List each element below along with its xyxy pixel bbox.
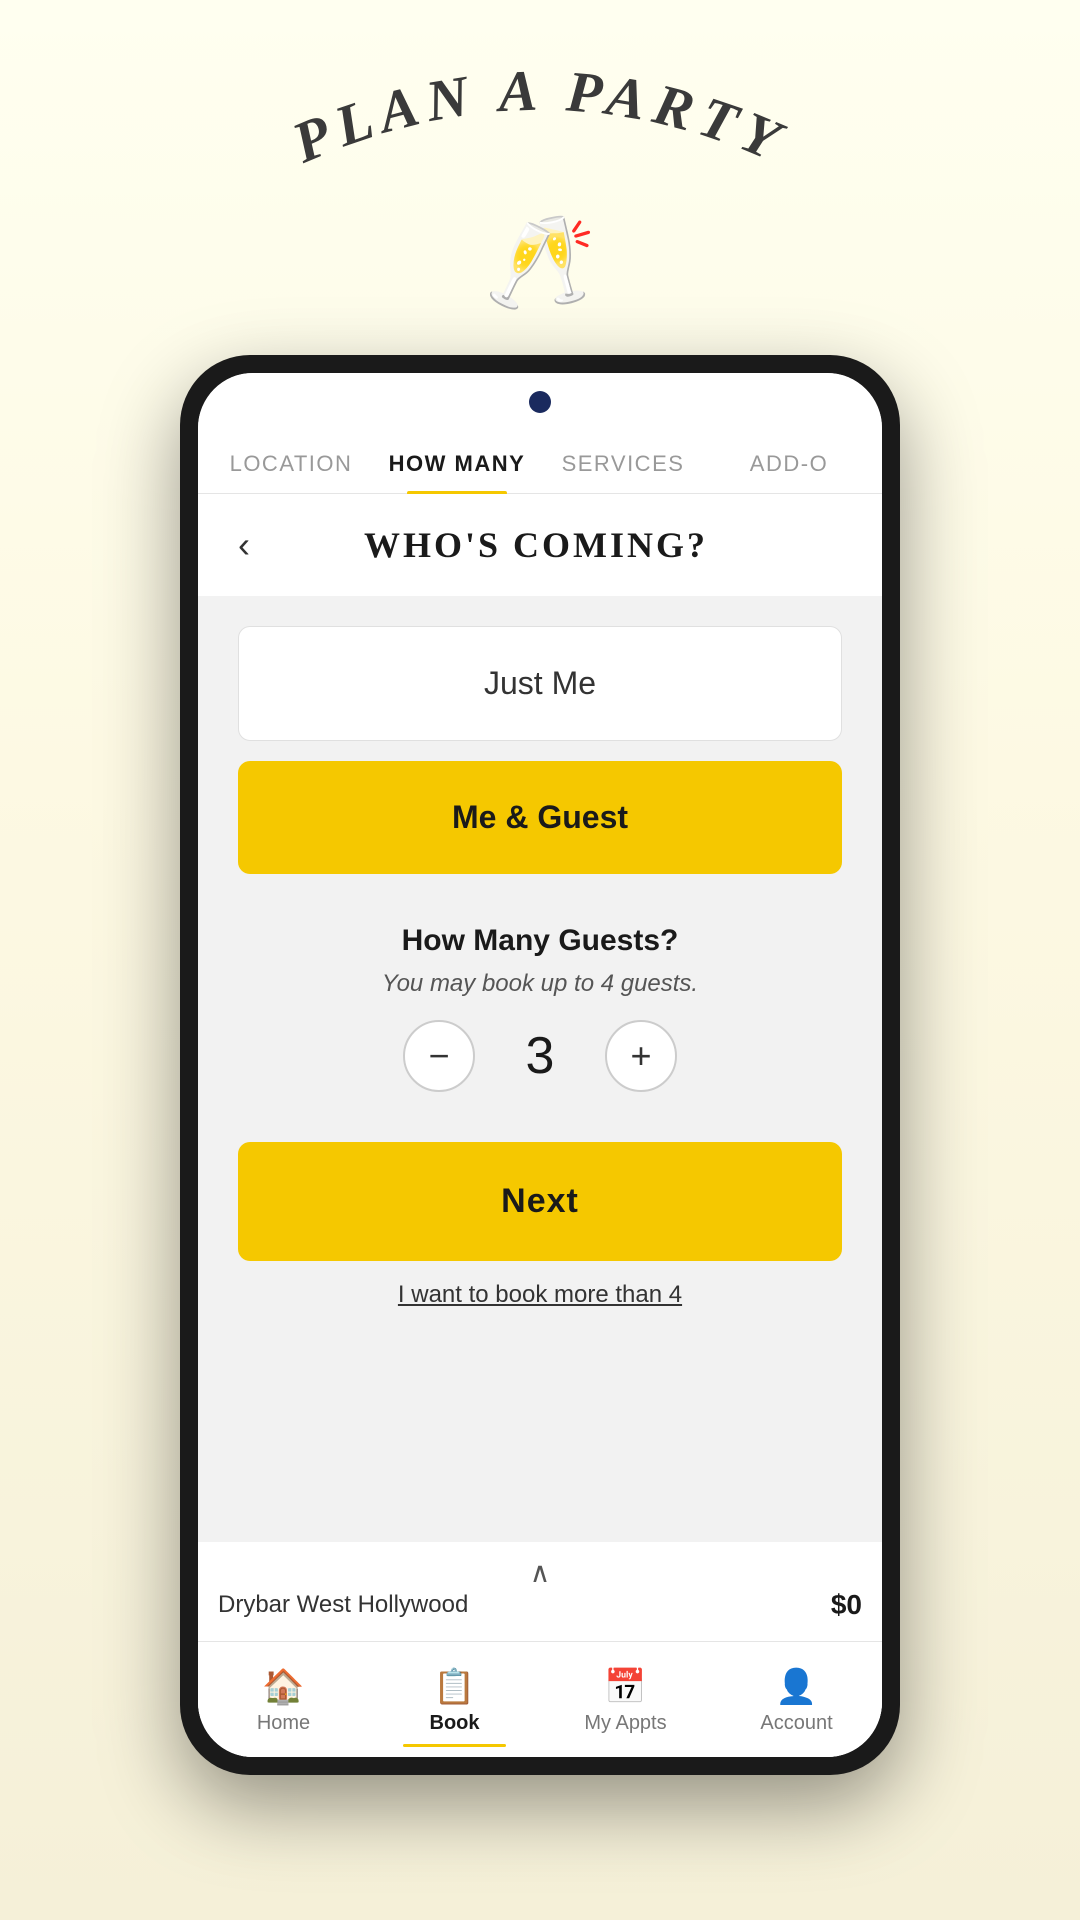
tab-account[interactable]: 👤 Account <box>711 1662 882 1752</box>
page-header: PLAN A PARTY 🥂 <box>0 0 1080 355</box>
just-me-button[interactable]: Just Me <box>238 626 842 741</box>
book-icon: 📋 <box>433 1667 475 1707</box>
location-name: Drybar West Hollywood <box>218 1591 468 1619</box>
svg-text:PLAN A PARTY: PLAN A PARTY <box>282 60 796 176</box>
guest-count-section: How Many Guests? You may book up to 4 gu… <box>198 904 882 1122</box>
nav-tabs: LOCATION HOW MANY SERVICES ADD-O <box>198 433 882 494</box>
content-header: ‹ WHO'S COMING? <box>198 494 882 596</box>
tab-book[interactable]: 📋 Book <box>369 1662 540 1752</box>
tab-home[interactable]: 🏠 Home <box>198 1662 369 1752</box>
next-section: Next I want to book more than 4 <box>198 1122 882 1329</box>
tab-book-label: Book <box>430 1712 480 1735</box>
tab-my-appts[interactable]: 📅 My Appts <box>540 1662 711 1752</box>
tab-services[interactable]: SERVICES <box>540 433 706 493</box>
account-icon: 👤 <box>775 1667 817 1707</box>
tab-bar-divider <box>198 1641 882 1642</box>
decrement-button[interactable]: − <box>403 1020 475 1092</box>
chevron-up-container: ∧ <box>198 1542 882 1589</box>
guest-count-title: How Many Guests? <box>402 924 679 958</box>
options-section: Just Me Me & Guest <box>198 596 882 904</box>
location-bar: Drybar West Hollywood $0 <box>198 1589 882 1641</box>
tab-home-label: Home <box>257 1712 310 1735</box>
home-icon: 🏠 <box>262 1667 304 1707</box>
tab-active-indicator <box>403 1744 506 1747</box>
increment-button[interactable]: + <box>605 1020 677 1092</box>
guest-count-subtitle: You may book up to 4 guests. <box>382 970 698 998</box>
price-tag: $0 <box>831 1589 862 1621</box>
book-more-link[interactable]: I want to book more than 4 <box>398 1281 682 1309</box>
next-button[interactable]: Next <box>238 1142 842 1261</box>
champagne-icon: 🥂 <box>484 210 596 315</box>
tab-my-appts-label: My Appts <box>584 1712 666 1735</box>
chevron-up-icon: ∧ <box>530 1557 551 1588</box>
screen-title: WHO'S COMING? <box>270 524 842 566</box>
bottom-location-wrapper: ∧ Drybar West Hollywood $0 🏠 Home 📋 Book <box>198 1542 882 1757</box>
me-and-guest-button[interactable]: Me & Guest <box>238 761 842 874</box>
tab-bar: 🏠 Home 📋 Book 📅 My Appts 👤 Account <box>198 1652 882 1757</box>
my-appts-icon: 📅 <box>604 1667 646 1707</box>
tab-add-ons[interactable]: ADD-O <box>706 433 872 493</box>
counter-row: − 3 + <box>403 1020 677 1092</box>
tab-location[interactable]: LOCATION <box>208 433 374 493</box>
main-content: ‹ WHO'S COMING? Just Me Me & Guest How M… <box>198 494 882 1542</box>
plan-a-party-title: PLAN A PARTY <box>240 60 840 200</box>
tab-account-label: Account <box>760 1712 832 1735</box>
back-button[interactable]: ‹ <box>238 524 250 566</box>
guest-count-value: 3 <box>515 1026 565 1086</box>
phone-frame: LOCATION HOW MANY SERVICES ADD-O ‹ WHO'S… <box>180 355 900 1775</box>
camera-dot <box>529 391 551 413</box>
phone-notch <box>198 373 882 433</box>
phone-screen: LOCATION HOW MANY SERVICES ADD-O ‹ WHO'S… <box>198 373 882 1757</box>
tab-how-many[interactable]: HOW MANY <box>374 433 540 493</box>
